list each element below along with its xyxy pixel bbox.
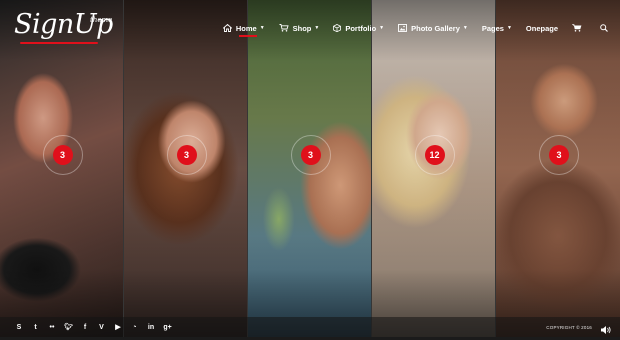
count-ring: 3 <box>290 135 331 175</box>
youtube-icon[interactable]: ▶ <box>113 322 123 332</box>
count-ring: 3 <box>166 135 207 175</box>
home-icon <box>222 24 232 32</box>
google-plus-icon[interactable]: g+ <box>163 322 173 332</box>
nav-portfolio-label: Portfolio <box>345 23 377 33</box>
gallery-panel[interactable]: 12 <box>372 0 496 337</box>
count-badge: 3 <box>300 145 321 165</box>
gallery-panel[interactable]: 3 <box>248 0 372 337</box>
nav-pages-label: Pages <box>481 23 504 33</box>
chevron-down-icon: ▼ <box>314 25 320 31</box>
logo-underline <box>20 42 98 44</box>
count-badge: 3 <box>549 145 569 165</box>
logo-subtext: theme <box>90 16 113 24</box>
facebook-icon[interactable]: f <box>80 322 90 332</box>
cube-icon <box>333 24 342 32</box>
nav-photo-gallery-label: Photo Gallery <box>411 23 460 33</box>
nav-onepage[interactable]: Onepage <box>526 24 558 33</box>
chevron-down-icon: ▼ <box>462 25 468 31</box>
nav-portfolio[interactable]: Portfolio ▼ <box>333 24 384 33</box>
count-ring: 12 <box>414 135 455 175</box>
count-badge: 3 <box>52 145 73 165</box>
flickr-icon[interactable]: •• <box>47 322 57 332</box>
nav-photo-gallery[interactable]: Photo Gallery ▼ <box>398 24 468 33</box>
nav-onepage-label: Onepage <box>525 23 558 33</box>
copyright-text: COPYRIGHT © 2016 <box>546 324 592 330</box>
chevron-down-icon: ▼ <box>506 25 512 31</box>
cart-icon <box>279 24 289 32</box>
vimeo-icon[interactable]: V <box>97 322 107 332</box>
gallery: 3 3 3 12 3 <box>0 0 620 337</box>
nav-shop-label: Shop <box>292 23 312 33</box>
count-ring: 3 <box>539 135 579 175</box>
picture-icon <box>398 24 408 32</box>
logo-text: SignUp <box>14 9 113 40</box>
nav-shop[interactable]: Shop ▼ <box>279 23 320 33</box>
count-badge: 3 <box>176 145 197 165</box>
main-nav: Home ▼ Shop ▼ Portfolio ▼ Photo Gallery … <box>209 20 612 37</box>
linkedin-icon[interactable]: in <box>146 322 156 332</box>
count-badge: 12 <box>424 145 445 165</box>
nav-pages[interactable]: Pages ▼ <box>482 24 512 33</box>
volume-icon[interactable] <box>600 322 612 334</box>
site-logo[interactable]: SignUp theme <box>14 8 113 48</box>
skype-icon[interactable]: S <box>14 322 24 332</box>
gallery-panel[interactable]: 3 <box>496 0 620 337</box>
footer-bar: S t •• 🐦︎ f V ▶ ◔ in g+ COPYRIGHT © 2016 <box>0 317 620 337</box>
social-links: S t •• 🐦︎ f V ▶ ◔ in g+ <box>14 322 179 332</box>
search-button[interactable] <box>600 24 612 32</box>
gallery-panel[interactable]: 3 <box>0 0 124 337</box>
rss-icon[interactable]: ◔ <box>130 322 140 332</box>
cart-button[interactable] <box>572 24 586 32</box>
search-icon <box>600 24 608 32</box>
twitter-icon[interactable]: 🐦︎ <box>64 322 74 332</box>
chevron-down-icon: ▼ <box>379 25 385 31</box>
chevron-down-icon: ▼ <box>259 25 265 31</box>
gallery-panel[interactable]: 3 <box>124 0 248 337</box>
tumblr-icon[interactable]: t <box>31 322 41 332</box>
nav-home-label: Home <box>235 23 257 33</box>
nav-home[interactable]: Home ▼ <box>222 23 265 37</box>
cart-icon <box>572 24 582 32</box>
count-ring: 3 <box>42 135 83 175</box>
